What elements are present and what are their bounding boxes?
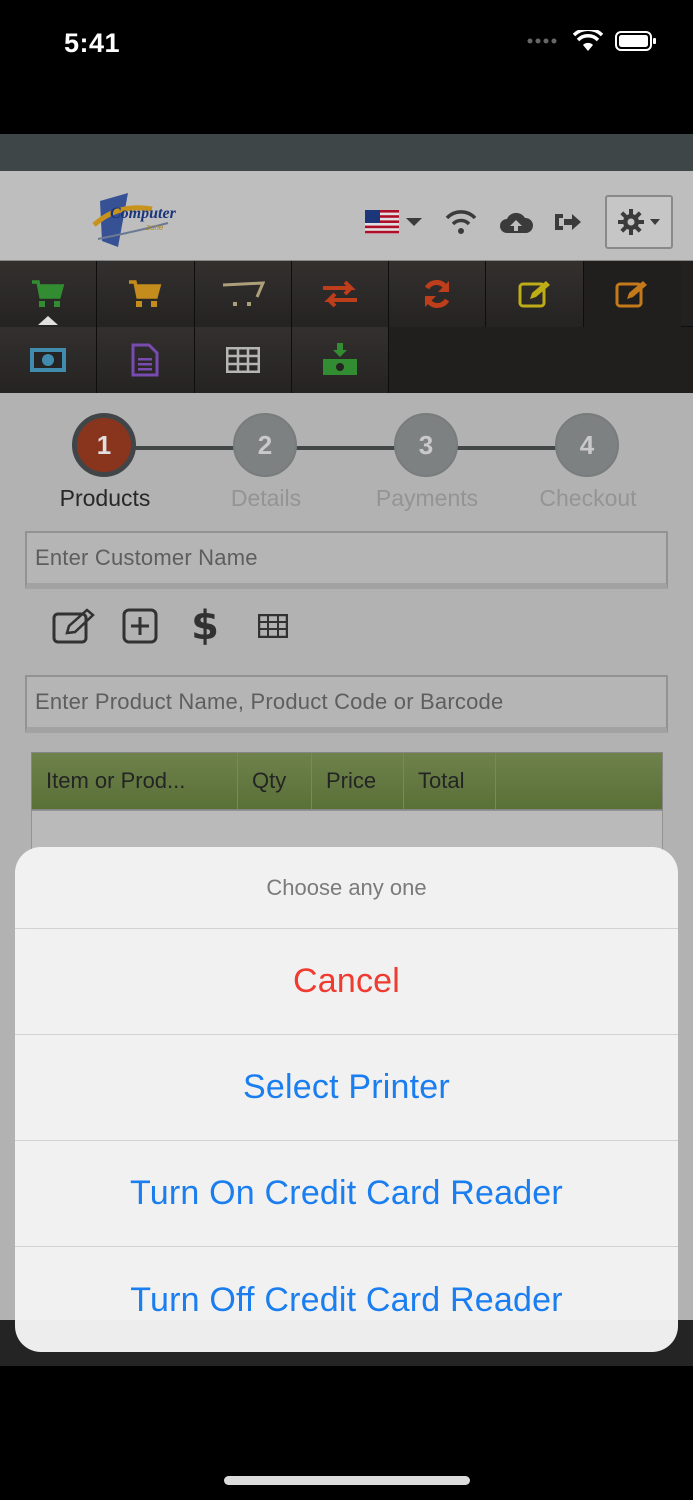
wifi-icon <box>573 30 603 51</box>
action-sheet: Choose any one Cancel Select Printer Tur… <box>15 847 678 1352</box>
action-sheet-title: Choose any one <box>15 847 678 929</box>
cellular-signal-icon <box>527 38 557 44</box>
turn-on-card-reader-button[interactable]: Turn On Credit Card Reader <box>15 1141 678 1247</box>
status-icons <box>527 30 657 52</box>
battery-icon <box>615 31 656 51</box>
turn-off-card-reader-button[interactable]: Turn Off Credit Card Reader <box>15 1247 678 1352</box>
home-indicator[interactable] <box>224 1476 470 1485</box>
select-printer-button[interactable]: Select Printer <box>15 1035 678 1141</box>
cancel-button[interactable]: Cancel <box>15 929 678 1035</box>
status-bar: 5:41 <box>0 0 693 90</box>
status-time: 5:41 <box>64 28 121 58</box>
